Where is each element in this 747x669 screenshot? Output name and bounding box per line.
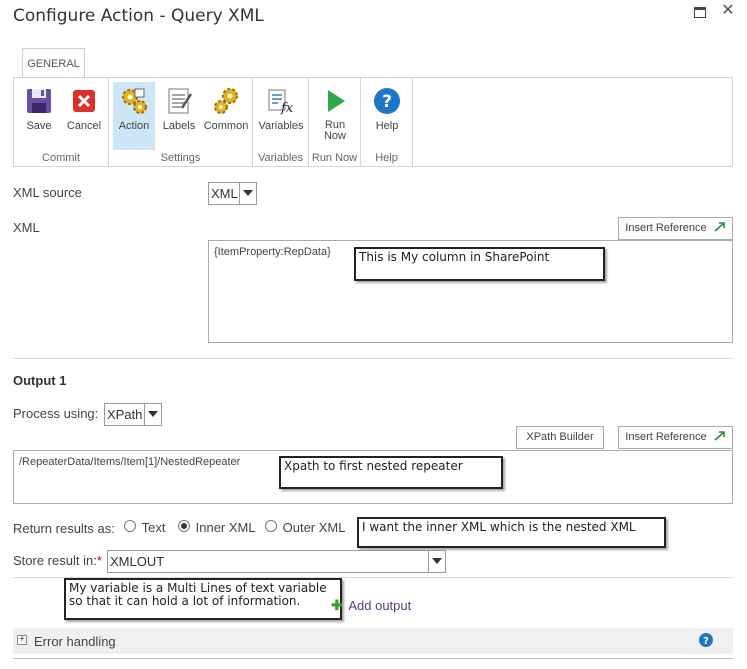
process-using-select[interactable]: XPath bbox=[104, 403, 162, 426]
chevron-down-icon bbox=[428, 551, 445, 572]
help-label: Help bbox=[375, 120, 399, 132]
divider bbox=[13, 658, 733, 659]
group-label-commit: Commit bbox=[42, 152, 80, 164]
store-result-value: XMLOUT bbox=[110, 554, 165, 569]
return-results-label: Return results as: bbox=[13, 521, 115, 536]
required-mark: * bbox=[96, 553, 102, 568]
chevron-down-icon bbox=[144, 404, 161, 425]
annotation-inner-xml: I want the inner XML which is the nested… bbox=[357, 517, 666, 548]
common-button[interactable]: Common bbox=[201, 82, 251, 148]
error-handling-section[interactable]: + Error handling ? bbox=[13, 628, 733, 654]
annotation-variable: My variable is a Multi Lines of text var… bbox=[64, 578, 342, 620]
process-using-value: XPath bbox=[107, 407, 143, 422]
divider bbox=[13, 358, 733, 359]
variables-button[interactable]: fx Variables bbox=[256, 82, 306, 148]
xpath-textarea-value: /RepeaterData/Items/Item[1]/NestedRepeat… bbox=[19, 456, 241, 468]
annotation-xpath: Xpath to first nested repeater bbox=[279, 456, 503, 489]
play-icon bbox=[320, 86, 350, 116]
expand-plus-icon[interactable]: + bbox=[17, 635, 27, 645]
add-output-link[interactable]: ✚ Add output bbox=[331, 597, 411, 614]
xml-label: XML bbox=[13, 220, 40, 235]
store-result-label: Store result in:* bbox=[13, 553, 102, 568]
error-handling-label: Error handling bbox=[34, 634, 116, 649]
insert-reference-label: Insert Reference bbox=[625, 222, 707, 234]
radio-outer-xml[interactable]: Outer XML bbox=[265, 520, 345, 535]
insert-reference-icon bbox=[714, 219, 726, 232]
svg-text:fx: fx bbox=[280, 101, 294, 116]
labels-label: Labels bbox=[162, 120, 196, 132]
labels-button[interactable]: Labels bbox=[159, 82, 199, 148]
radio-button[interactable] bbox=[124, 520, 136, 532]
help-icon: ? bbox=[372, 86, 402, 116]
insert-reference-label: Insert Reference bbox=[625, 431, 707, 443]
common-gears-icon bbox=[211, 86, 241, 116]
svg-text:?: ? bbox=[382, 92, 392, 112]
insert-reference-icon bbox=[714, 428, 726, 441]
run-now-label: Run Now bbox=[323, 119, 346, 142]
add-output-label: Add output bbox=[348, 598, 412, 613]
chevron-down-icon bbox=[239, 183, 256, 204]
common-label: Common bbox=[203, 120, 249, 132]
radio-inner-xml-label: Inner XML bbox=[195, 520, 256, 535]
group-label-variables: Variables bbox=[257, 152, 304, 164]
xml-source-value: XML bbox=[211, 186, 238, 201]
xpath-builder-button[interactable]: XPath Builder bbox=[516, 426, 604, 449]
action-gears-icon bbox=[119, 86, 149, 116]
group-label-help: Help bbox=[375, 152, 398, 164]
save-icon bbox=[24, 86, 54, 116]
radio-button-selected[interactable] bbox=[178, 520, 190, 532]
help-icon[interactable]: ? bbox=[698, 632, 714, 651]
variables-fx-icon: fx bbox=[266, 86, 296, 116]
radio-button[interactable] bbox=[265, 520, 277, 532]
close-icon[interactable]: ✕ bbox=[721, 3, 735, 19]
help-button[interactable]: ? Help bbox=[366, 82, 408, 148]
store-result-text: Store result in: bbox=[13, 553, 97, 568]
ribbon-group-settings: Action Labels Common Settings bbox=[109, 78, 253, 166]
dialog-title: Configure Action - Query XML bbox=[13, 6, 264, 26]
cancel-button[interactable]: Cancel bbox=[64, 82, 104, 148]
xml-textarea-value: {ItemProperty:RepData} bbox=[214, 246, 331, 258]
process-using-label: Process using: bbox=[13, 406, 99, 421]
insert-reference-button-xml[interactable]: Insert Reference bbox=[618, 217, 733, 240]
group-label-settings: Settings bbox=[160, 152, 201, 164]
save-button[interactable]: Save bbox=[20, 82, 58, 148]
annotation-xml-column: This is My column in SharePoint bbox=[354, 247, 605, 281]
output-heading: Output 1 bbox=[13, 373, 67, 388]
run-now-button[interactable]: Run Now bbox=[313, 82, 357, 148]
save-label: Save bbox=[26, 120, 52, 132]
ribbon-group-help: ? Help Help bbox=[361, 78, 413, 166]
ribbon-group-variables: fx Variables Variables bbox=[253, 78, 309, 166]
xml-source-label: XML source bbox=[13, 185, 82, 200]
store-result-select[interactable]: XMLOUT bbox=[107, 550, 446, 573]
radio-text-label: Text bbox=[141, 520, 166, 535]
add-icon: ✚ bbox=[331, 597, 343, 613]
maximize-icon[interactable] bbox=[694, 7, 706, 18]
radio-inner-xml[interactable]: Inner XML bbox=[178, 520, 256, 535]
radio-outer-xml-label: Outer XML bbox=[282, 520, 346, 535]
radio-text[interactable]: Text bbox=[124, 520, 165, 535]
insert-reference-button-xpath[interactable]: Insert Reference bbox=[618, 426, 733, 449]
ribbon-group-run-now: Run Now Run Now bbox=[309, 78, 361, 166]
variables-label: Variables bbox=[258, 120, 304, 132]
action-button[interactable]: Action bbox=[113, 82, 155, 150]
ribbon: Save Cancel Commit Action Labels Common … bbox=[13, 77, 733, 167]
cancel-icon bbox=[69, 86, 99, 116]
ribbon-group-commit: Save Cancel Commit bbox=[14, 78, 109, 166]
xml-source-select[interactable]: XML bbox=[208, 182, 257, 205]
svg-text:?: ? bbox=[703, 636, 709, 647]
cancel-label: Cancel bbox=[66, 120, 102, 132]
tab-general[interactable]: GENERAL bbox=[22, 48, 85, 78]
group-label-run-now: Run Now bbox=[311, 152, 358, 164]
labels-icon bbox=[164, 86, 194, 116]
action-label: Action bbox=[118, 120, 150, 132]
